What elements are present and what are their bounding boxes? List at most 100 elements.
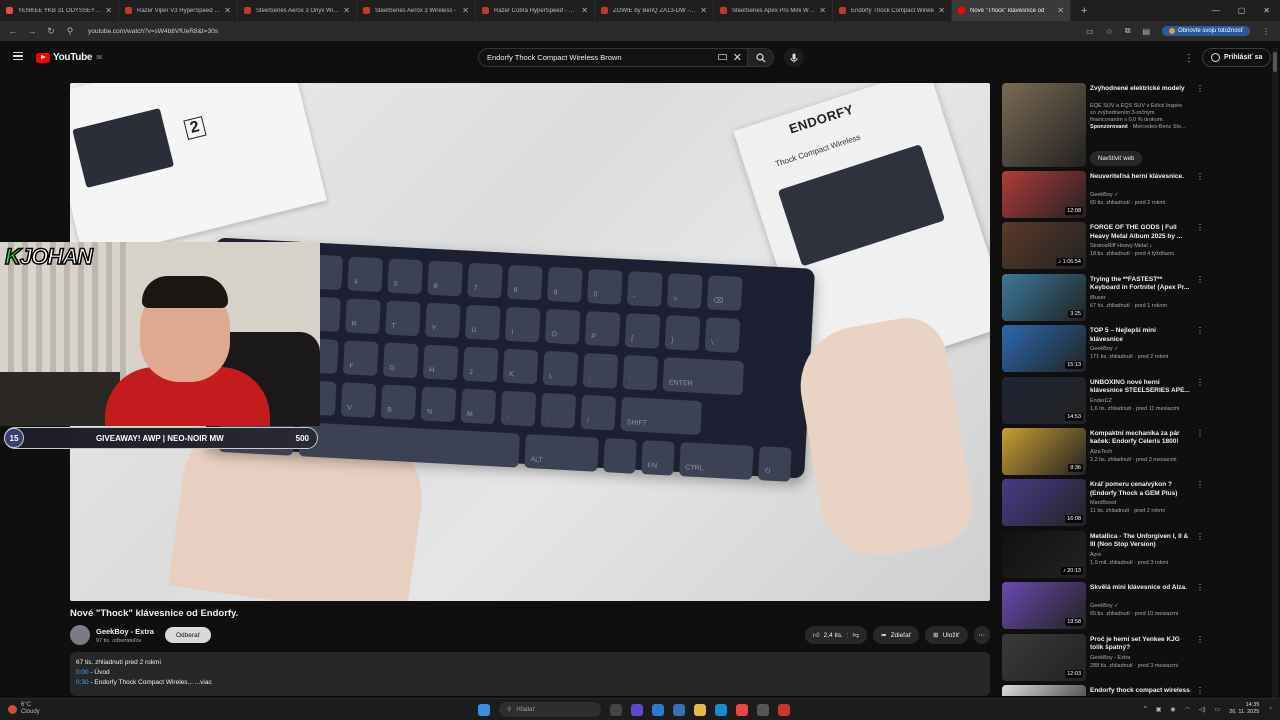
recommended-video[interactable]: 12:03 Proč je herní set Yenkee KJG tolik … bbox=[1002, 633, 1207, 685]
video-title[interactable]: Endorfy thock compact wireless bbox=[1090, 687, 1190, 696]
video-title[interactable]: Metallica - The Unforgiven I, II & III (… bbox=[1090, 533, 1190, 550]
extensions-icon[interactable]: ⧉ bbox=[1125, 26, 1131, 36]
tab-close-icon[interactable]: ✕ bbox=[224, 6, 231, 15]
channel-name[interactable]: AlzaTech bbox=[1090, 449, 1195, 455]
more-options-icon[interactable]: ⋮ bbox=[1196, 429, 1204, 438]
video-title[interactable]: TOP 5 – Nejlepší mini klávesnice bbox=[1090, 327, 1190, 344]
channel-name[interactable]: GeekBoy - Extra bbox=[96, 627, 154, 636]
browser-tab[interactable]: Nové "Thock" klávesnice od ✕ bbox=[952, 0, 1071, 21]
video-title[interactable]: Kompaktní mechanika za pár kaček: Endorf… bbox=[1090, 430, 1190, 447]
tab-close-icon[interactable]: ✕ bbox=[105, 6, 112, 15]
browser-tab[interactable]: SteelSeries Apex Pro Mini Wire ✕ bbox=[714, 0, 833, 21]
video-title[interactable]: Zvýhodnené elektrické modely bbox=[1090, 85, 1190, 94]
recommended-video[interactable]: 12:08 Neuveriteľná herní klávesnice. GeekB… bbox=[1002, 171, 1207, 222]
close-window-icon[interactable]: ✕ bbox=[1263, 6, 1270, 15]
copilot-icon[interactable] bbox=[631, 703, 643, 716]
video-thumbnail[interactable]: ♪ 20:13 bbox=[1002, 530, 1086, 578]
video-thumbnail[interactable]: 12:03 bbox=[1002, 633, 1086, 681]
video-title[interactable]: Kráľ pomeru cena/výkon ? (Endorfy Thock … bbox=[1090, 481, 1190, 498]
browser-tab[interactable]: SteelSeries Aerox 3 Onyx Wirel ✕ bbox=[238, 0, 357, 21]
hamburger-menu-icon[interactable] bbox=[13, 52, 23, 60]
browser-tab[interactable]: Razer Cobra HyperSpeed - Hern ✕ bbox=[476, 0, 595, 21]
more-options-icon[interactable]: ⋮ bbox=[1196, 223, 1204, 232]
tab-close-icon[interactable]: ✕ bbox=[1057, 6, 1064, 15]
recommended-video[interactable]: 16:08 Kráľ pomeru cena/výkon ? (Endorfy T… bbox=[1002, 479, 1207, 530]
video-thumbnail[interactable]: 15:13 bbox=[1002, 325, 1086, 373]
voice-search-button[interactable] bbox=[784, 48, 804, 67]
maximize-icon[interactable]: ▢ bbox=[1238, 6, 1246, 15]
more-options-icon[interactable]: ⋮ bbox=[1196, 326, 1204, 335]
video-title[interactable]: Trying the **FASTEST** Keyboard in Fortn… bbox=[1090, 276, 1190, 293]
recommended-video[interactable]: 14:53 UNBOXING nové herní klávesnice STEE… bbox=[1002, 376, 1207, 428]
forward-icon[interactable]: → bbox=[25, 26, 39, 36]
taskbar-search[interactable]: ⚲ Hľadať bbox=[499, 702, 601, 717]
mail-icon[interactable] bbox=[715, 703, 727, 716]
tab-close-icon[interactable]: ✕ bbox=[938, 6, 945, 15]
tab-close-icon[interactable]: ✕ bbox=[343, 6, 350, 15]
edge-icon[interactable] bbox=[652, 703, 664, 716]
more-options-icon[interactable]: ⋮ bbox=[1196, 172, 1204, 181]
channel-name[interactable]: GeekBoy ✓ bbox=[1090, 192, 1195, 198]
video-description[interactable]: 67 tis. zhliadnutí pred 2 rokmi 0:00 - Ú… bbox=[70, 652, 990, 696]
channel-name[interactable]: GeekBoy ✓ bbox=[1090, 603, 1195, 609]
share-button[interactable]: ➦ Zdieľať bbox=[873, 626, 920, 644]
browser-tab[interactable]: YENKEE YKB 31 ODYSSEY Hotsw ✕ bbox=[0, 0, 119, 21]
browser-tab[interactable]: Razer Viper V3 HyperSpeed za ✕ bbox=[119, 0, 238, 21]
app-icon[interactable] bbox=[757, 703, 769, 716]
sign-in-button[interactable]: Prihlásiť sa bbox=[1202, 48, 1272, 67]
channel-name[interactable]: GeekBoy - Extra bbox=[1090, 655, 1195, 661]
video-thumbnail[interactable]: 19:58 bbox=[1002, 582, 1086, 630]
chrome-icon[interactable] bbox=[736, 703, 748, 716]
video-thumbnail[interactable] bbox=[1002, 83, 1086, 167]
video-thumbnail[interactable]: 14:53 bbox=[1002, 376, 1086, 424]
visit-website-button[interactable]: Navštíviť web bbox=[1090, 151, 1143, 166]
channel-name[interactable]: Azre bbox=[1090, 552, 1195, 558]
sidebar-icon[interactable]: ▤ bbox=[1142, 27, 1150, 36]
wifi-icon[interactable]: ◠ bbox=[1185, 706, 1190, 713]
chapter-timestamp[interactable]: 0:30 bbox=[76, 679, 89, 686]
video-title[interactable]: UNBOXING nové herní klávesnice STEELSERI… bbox=[1090, 379, 1190, 396]
channel-name[interactable]: EnderCZ bbox=[1090, 398, 1195, 404]
more-options-icon[interactable]: ⋮ bbox=[1196, 635, 1204, 644]
store-icon[interactable] bbox=[673, 703, 685, 716]
clear-search-icon[interactable]: ✕ bbox=[733, 51, 742, 64]
search-button[interactable] bbox=[748, 48, 774, 67]
tray-app-icon[interactable]: ▣ bbox=[1156, 706, 1162, 713]
video-thumbnail[interactable]: ♪ 1:06:54 bbox=[1002, 222, 1086, 270]
recommended-video[interactable]: 15:13 TOP 5 – Nejlepší mini klávesnice Gee… bbox=[1002, 325, 1207, 376]
cast-icon[interactable]: ▭ bbox=[1086, 27, 1094, 36]
settings-dots-icon[interactable]: ⋮ bbox=[1184, 53, 1194, 64]
browser-tab[interactable]: SteelSeries Aerox 3 Wireless - ✕ bbox=[357, 0, 476, 21]
youtube-logo[interactable]: YouTube SK bbox=[36, 52, 103, 63]
bookmark-star-icon[interactable]: ☆ bbox=[1106, 27, 1113, 36]
app-icon[interactable] bbox=[778, 703, 790, 716]
video-title[interactable]: FORGE OF THE GODS | Full Heavy Metal Alb… bbox=[1090, 224, 1190, 241]
recommended-video[interactable]: ♪ 1:06:54 FORGE OF THE GODS | Full Heavy … bbox=[1002, 222, 1207, 273]
video-thumbnail[interactable]: 16:08 bbox=[1002, 479, 1086, 527]
tab-close-icon[interactable]: ✕ bbox=[700, 6, 707, 15]
minimize-icon[interactable]: — bbox=[1212, 6, 1220, 15]
channel-name[interactable]: GeekBoy ✓ bbox=[1090, 346, 1195, 352]
keyboard-icon[interactable] bbox=[718, 54, 727, 60]
more-options-icon[interactable]: ⋮ bbox=[1196, 480, 1204, 489]
video-thumbnail[interactable] bbox=[1002, 684, 1086, 696]
site-info-icon[interactable]: ⚲ bbox=[63, 26, 77, 37]
tab-close-icon[interactable]: ✕ bbox=[462, 6, 469, 15]
tray-app-icon[interactable]: ◉ bbox=[1170, 706, 1175, 713]
more-options-icon[interactable]: ⋮ bbox=[1196, 275, 1204, 284]
scrollbar-thumb[interactable] bbox=[1273, 52, 1277, 72]
chevron-up-icon[interactable]: ^ bbox=[1144, 706, 1147, 712]
recommended-video[interactable]: 19:58 Skvělá mini klávesnice od Alza. Geek… bbox=[1002, 582, 1207, 633]
thumbs-down-icon[interactable]: 👎︎ bbox=[853, 631, 860, 639]
recommended-video[interactable]: 8:36 Kompaktní mechanika za pár kaček: En… bbox=[1002, 427, 1207, 479]
page-scrollbar[interactable] bbox=[1272, 48, 1278, 698]
video-title[interactable]: Neuveriteľná herní klávesnice. bbox=[1090, 173, 1190, 182]
more-options-icon[interactable]: ⋮ bbox=[1196, 583, 1204, 592]
clock[interactable]: 14:35 26. 11. 2025 bbox=[1229, 702, 1259, 716]
browser-tab[interactable]: Endorfy Thock Compact Wirele ✕ bbox=[833, 0, 952, 21]
back-icon[interactable]: ← bbox=[6, 26, 20, 36]
recommended-video[interactable]: Endorfy thock compact wireless ⋮ bbox=[1002, 684, 1207, 696]
save-button[interactable]: ⊞ Uložiť bbox=[925, 626, 968, 644]
channel-name[interactable]: MarsBoost bbox=[1090, 500, 1195, 506]
subscribe-button[interactable]: Odberať bbox=[165, 627, 211, 643]
